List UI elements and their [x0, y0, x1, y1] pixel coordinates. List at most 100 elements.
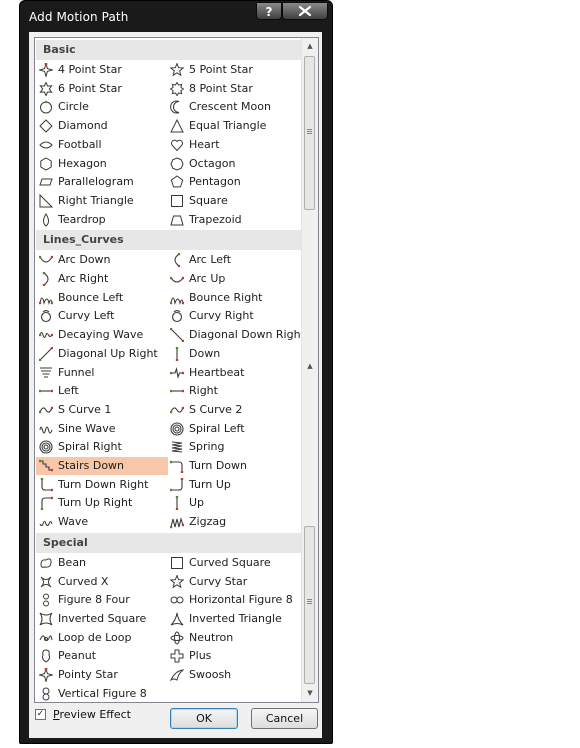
motion-path-label: 8 Point Star: [189, 81, 253, 95]
motion-path-item-diagonal-up-right[interactable]: Diagonal Up Right: [36, 345, 168, 363]
motion-path-item-diamond[interactable]: Diamond: [36, 117, 168, 135]
motion-path-item-left[interactable]: Left: [36, 382, 168, 400]
motion-path-item-plus[interactable]: Plus: [167, 647, 299, 665]
motion-path-label: Peanut: [58, 649, 97, 663]
motion-path-item-bounce-left[interactable]: Bounce Left: [36, 289, 168, 307]
motion-path-item-crescent-moon[interactable]: Crescent Moon: [167, 98, 299, 116]
close-button[interactable]: [282, 2, 328, 20]
motion-path-item-arc-right[interactable]: Arc Right: [36, 270, 168, 288]
five-point-star-icon: [170, 63, 184, 77]
motion-path-item-bean[interactable]: Bean: [36, 554, 168, 572]
motion-path-item-spring[interactable]: Spring: [167, 438, 299, 456]
motion-path-item-hexagon[interactable]: Hexagon: [36, 155, 168, 173]
motion-path-item-6-point-star[interactable]: 6 Point Star: [36, 80, 168, 98]
motion-path-label: Square: [189, 193, 228, 207]
motion-path-item-arc-left[interactable]: Arc Left: [167, 251, 299, 269]
scroll-up-button[interactable]: ▲: [302, 38, 318, 54]
motion-path-item-curvy-star[interactable]: Curvy Star: [167, 573, 299, 591]
motion-path-item-peanut[interactable]: Peanut: [36, 647, 168, 665]
vertical-figure-8-icon: [42, 687, 50, 701]
vertical-scrollbar[interactable]: ▲ ▲ ▼: [301, 38, 318, 702]
motion-path-item-inverted-triangle[interactable]: Inverted Triangle: [167, 610, 299, 628]
motion-path-item-turn-down-right[interactable]: Turn Down Right: [36, 476, 168, 494]
motion-path-item-football[interactable]: Football: [36, 136, 168, 154]
motion-path-item-zigzag[interactable]: Zigzag: [167, 513, 299, 531]
motion-path-label: 6 Point Star: [58, 81, 122, 95]
motion-path-item-right[interactable]: Right: [167, 382, 299, 400]
motion-path-item-square[interactable]: Square: [167, 192, 299, 210]
motion-path-item-curvy-left[interactable]: Curvy Left: [36, 307, 168, 325]
motion-path-item-up[interactable]: Up: [167, 494, 299, 512]
motion-path-item-heart[interactable]: Heart: [167, 136, 299, 154]
scroll-thumb[interactable]: [304, 526, 315, 684]
motion-path-label: Bounce Right: [189, 290, 263, 304]
motion-path-item-loop-de-loop[interactable]: Loop de Loop: [36, 629, 168, 647]
motion-path-item-turn-down[interactable]: Turn Down: [167, 457, 299, 475]
motion-path-item-equal-triangle[interactable]: Equal Triangle: [167, 117, 299, 135]
motion-path-item-vertical-figure-8[interactable]: Vertical Figure 8: [36, 685, 168, 702]
scroll-thumb-top[interactable]: [304, 56, 315, 210]
left-icon: [39, 389, 53, 393]
arc-left-icon: [174, 253, 181, 268]
motion-path-label: Bounce Left: [58, 290, 124, 304]
motion-path-item-curved-square[interactable]: Curved Square: [167, 554, 299, 572]
motion-path-item-s-curve-2[interactable]: S Curve 2: [167, 401, 299, 419]
motion-path-item-decaying-wave[interactable]: Decaying Wave: [36, 326, 168, 344]
motion-path-item-trapezoid[interactable]: Trapezoid: [167, 211, 299, 229]
motion-path-item-circle[interactable]: Circle: [36, 98, 168, 116]
motion-path-label: Pointy Star: [58, 668, 118, 681]
motion-path-item-diagonal-down-right[interactable]: Diagonal Down Right: [167, 326, 305, 344]
motion-path-item-down[interactable]: Down: [167, 345, 299, 363]
motion-path-item-pointy-star[interactable]: Pointy Star: [36, 666, 168, 684]
up-icon: [175, 496, 179, 511]
title-bar[interactable]: Add Motion Path ?: [20, 1, 332, 31]
motion-path-label: Curvy Right: [189, 309, 254, 323]
sine-wave-icon: [39, 426, 53, 434]
motion-path-label: Bean: [58, 555, 87, 569]
ok-button[interactable]: OK: [170, 708, 238, 729]
crescent-moon-icon: [170, 100, 180, 114]
motion-path-label: Diagonal Up Right: [58, 346, 158, 360]
motion-path-item-teardrop[interactable]: Teardrop: [36, 211, 168, 229]
preview-effect-checkbox[interactable]: ✓: [35, 709, 46, 720]
motion-path-item-4-point-star[interactable]: 4 Point Star: [36, 61, 168, 79]
motion-path-item-neutron[interactable]: Neutron: [167, 629, 299, 647]
scroll-down-button[interactable]: ▼: [302, 685, 318, 701]
motion-path-list[interactable]: Basic 4 Point Star 5 Point Star 6 Point Sta…: [34, 37, 319, 703]
motion-path-item-horizontal-figure-8[interactable]: Horizontal Figure 8: [167, 591, 299, 609]
motion-path-item-funnel[interactable]: Funnel: [36, 364, 168, 382]
motion-path-item-pentagon[interactable]: Pentagon: [167, 173, 299, 191]
motion-path-item-spiral-left[interactable]: Spiral Left: [167, 420, 299, 438]
motion-path-item-5-point-star[interactable]: 5 Point Star: [167, 61, 299, 79]
motion-path-item-sine-wave[interactable]: Sine Wave: [36, 420, 168, 438]
help-button[interactable]: ?: [256, 2, 282, 20]
motion-path-item-arc-up[interactable]: Arc Up: [167, 270, 299, 288]
loop-de-loop-icon: [39, 635, 53, 641]
motion-path-item-curvy-right[interactable]: Curvy Right: [167, 307, 299, 325]
motion-path-item-parallelogram[interactable]: Parallelogram: [36, 173, 168, 191]
motion-path-label: Left: [58, 384, 79, 398]
curvy-right-icon: [171, 310, 183, 323]
motion-path-item-s-curve-1[interactable]: S Curve 1: [36, 401, 168, 419]
motion-path-item-8-point-star[interactable]: 8 Point Star: [167, 80, 299, 98]
motion-path-item-spiral-right[interactable]: Spiral Right: [36, 438, 168, 456]
motion-path-label: Right Triangle: [58, 193, 134, 207]
motion-path-item-arc-down[interactable]: Arc Down: [36, 251, 168, 269]
motion-path-item-curved-x[interactable]: Curved X: [36, 573, 168, 591]
motion-path-item-right-triangle[interactable]: Right Triangle: [36, 192, 168, 210]
teardrop-icon: [43, 212, 49, 227]
motion-path-item-turn-up-right[interactable]: Turn Up Right: [36, 494, 168, 512]
motion-path-item-swoosh[interactable]: Swoosh: [167, 666, 299, 684]
four-point-star-icon: [39, 63, 53, 77]
motion-path-item-heartbeat[interactable]: Heartbeat: [167, 364, 299, 382]
motion-path-item-inverted-square[interactable]: Inverted Square: [36, 610, 168, 628]
plus-icon: [170, 649, 184, 663]
motion-path-item-turn-up[interactable]: Turn Up: [167, 476, 299, 494]
motion-path-item-wave[interactable]: Wave: [36, 513, 168, 531]
cancel-button[interactable]: Cancel: [251, 708, 318, 729]
motion-path-label: Equal Triangle: [189, 119, 267, 133]
motion-path-item-stairs-down[interactable]: Stairs Down: [36, 457, 168, 475]
motion-path-item-octagon[interactable]: Octagon: [167, 155, 299, 173]
motion-path-item-bounce-right[interactable]: Bounce Right: [167, 289, 299, 307]
motion-path-item-figure-8-four[interactable]: Figure 8 Four: [36, 591, 168, 609]
